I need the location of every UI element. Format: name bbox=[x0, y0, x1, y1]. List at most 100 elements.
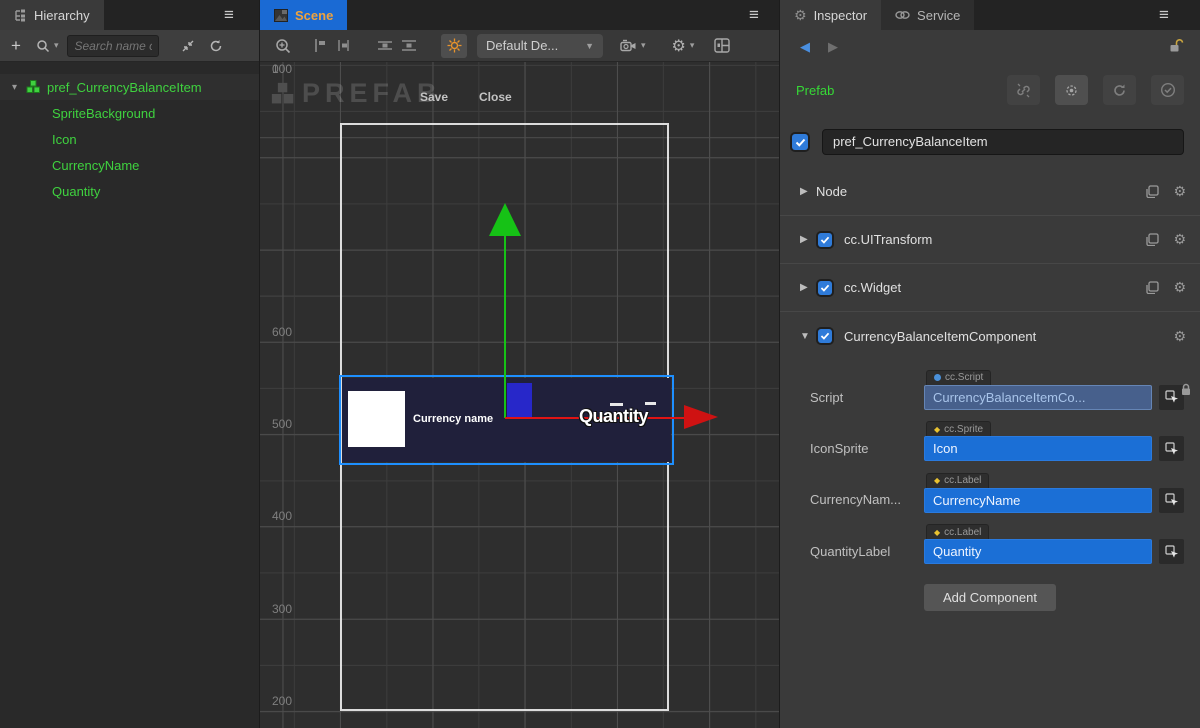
section-currencybalanceitemcomponent[interactable]: ▼ CurrencyBalanceItemComponent ⚙ bbox=[780, 312, 1200, 360]
unlink-prefab-button[interactable] bbox=[1007, 75, 1040, 105]
section-widget[interactable]: ▶ cc.Widget ⚙ bbox=[780, 264, 1200, 312]
prop-label: Script bbox=[810, 369, 924, 410]
add-component-button[interactable]: Add Component bbox=[924, 584, 1056, 611]
zoom-tool-icon[interactable] bbox=[275, 38, 291, 54]
iconsprite-value-field[interactable]: Icon bbox=[924, 436, 1152, 461]
tab-inspector[interactable]: ⚙ Inspector bbox=[780, 0, 881, 30]
locate-prefab-asset-button[interactable] bbox=[1055, 75, 1088, 105]
node-name-input[interactable]: pref_CurrencyBalanceItem bbox=[822, 129, 1184, 155]
section-label: Node bbox=[816, 184, 1131, 199]
prop-label: CurrencyNam... bbox=[810, 471, 924, 513]
chip-label: cc.Script bbox=[945, 372, 983, 383]
type-chip: ◆ cc.Label bbox=[926, 524, 989, 539]
tree-row[interactable]: SpriteBackground bbox=[0, 100, 259, 126]
align-middle-icon[interactable] bbox=[401, 38, 417, 53]
selected-prefab-node[interactable]: Currency name Quantity bbox=[341, 377, 672, 463]
expand-arrow-icon[interactable]: ▾ bbox=[12, 82, 26, 93]
hierarchy-menu-icon[interactable]: ≡ bbox=[224, 0, 234, 30]
section-uitransform[interactable]: ▶ cc.UITransform ⚙ bbox=[780, 216, 1200, 264]
align-left-icon[interactable] bbox=[313, 38, 328, 53]
expanded-arrow-icon[interactable]: ▼ bbox=[800, 331, 816, 342]
prefab-watermark: PREFAB bbox=[270, 78, 442, 109]
hierarchy-icon bbox=[14, 9, 27, 22]
inspector-nav: ◀ ▶ bbox=[780, 30, 1200, 64]
section-node[interactable]: ▶ Node ⚙ bbox=[780, 168, 1200, 216]
node-picker-icon[interactable] bbox=[1159, 436, 1184, 461]
collapse-all-icon[interactable] bbox=[181, 39, 195, 53]
scene-gear-icon[interactable]: ⚙ ▾ bbox=[672, 36, 695, 56]
history-forward-button[interactable]: ▶ bbox=[828, 39, 838, 55]
prop-iconsprite: IconSprite ◆ cc.Sprite Icon bbox=[810, 420, 1184, 462]
section-gear-icon[interactable]: ⚙ bbox=[1173, 328, 1186, 345]
script-value-field: CurrencyBalanceItemCo... bbox=[924, 385, 1152, 410]
gizmo-x-axis-arrowhead[interactable] bbox=[684, 405, 718, 429]
compare-book-icon[interactable] bbox=[1145, 281, 1159, 294]
gizmo-xy-plane-handle[interactable] bbox=[507, 383, 532, 417]
section-gear-icon[interactable]: ⚙ bbox=[1173, 279, 1186, 296]
currencyname-value-field[interactable]: CurrencyName bbox=[924, 488, 1152, 513]
add-node-button[interactable]: + bbox=[11, 36, 21, 56]
gizmo-light-icon[interactable] bbox=[441, 34, 467, 58]
tree-row-root[interactable]: ▾ pref_CurrencyBalanceItem bbox=[0, 74, 259, 100]
render-mode-dropdown[interactable]: Default De... ▼ bbox=[477, 34, 603, 58]
align-center-h-icon[interactable] bbox=[336, 38, 351, 53]
unlock-icon[interactable] bbox=[1168, 38, 1184, 54]
tree-row[interactable]: CurrencyName bbox=[0, 152, 259, 178]
gizmo-y-axis[interactable] bbox=[504, 207, 506, 418]
gizmo-y-axis-arrowhead[interactable] bbox=[489, 203, 521, 236]
tab-hierarchy[interactable]: Hierarchy bbox=[0, 0, 104, 30]
component-enabled-checkbox[interactable] bbox=[816, 279, 834, 297]
tab-service[interactable]: Service bbox=[881, 0, 974, 30]
quantitylabel-value-field[interactable]: Quantity bbox=[924, 539, 1152, 564]
scene-toolbar: Default De... ▼ ▾ ⚙ ▾ bbox=[260, 30, 779, 62]
save-button[interactable]: Save bbox=[420, 90, 448, 104]
inspector-tabbar: ⚙ Inspector Service ≡ bbox=[780, 0, 1200, 30]
inspector-menu-icon[interactable]: ≡ bbox=[1159, 0, 1169, 30]
add-component-row: Add Component bbox=[780, 584, 1200, 611]
component-enabled-checkbox[interactable] bbox=[816, 231, 834, 249]
refresh-icon[interactable] bbox=[209, 39, 223, 53]
prop-script: Script cc.Script CurrencyBalanceItemCo..… bbox=[810, 369, 1184, 410]
collapsed-arrow-icon[interactable]: ▶ bbox=[800, 186, 816, 197]
tree-row[interactable]: Icon bbox=[0, 126, 259, 152]
service-tab-label: Service bbox=[917, 8, 960, 23]
hierarchy-tree: ▾ pref_CurrencyBalanceItem SpriteBackgro… bbox=[0, 62, 259, 728]
type-chip: ◆ cc.Label bbox=[926, 473, 989, 488]
ruler-label: 500 bbox=[272, 417, 292, 431]
scene-tabbar: Scene ≡ bbox=[260, 0, 779, 30]
node-active-checkbox[interactable] bbox=[790, 132, 810, 152]
node-picker-icon[interactable] bbox=[1159, 539, 1184, 564]
collapsed-arrow-icon[interactable]: ▶ bbox=[800, 282, 816, 293]
search-filter-icon[interactable]: ▾ bbox=[36, 39, 59, 53]
search-input[interactable] bbox=[67, 35, 159, 57]
scene-canvas[interactable]: PREFAB Save Close 600 500 400 300 200 10… bbox=[260, 62, 779, 728]
compare-book-icon[interactable] bbox=[1145, 185, 1159, 198]
tab-scene[interactable]: Scene bbox=[260, 0, 347, 30]
tree-root-label: pref_CurrencyBalanceItem bbox=[47, 80, 202, 95]
section-label: CurrencyBalanceItemComponent bbox=[844, 329, 1159, 344]
prop-label: IconSprite bbox=[810, 420, 924, 462]
compare-book-icon[interactable] bbox=[1145, 233, 1159, 246]
close-button[interactable]: Close bbox=[479, 90, 512, 104]
align-top-icon[interactable] bbox=[377, 38, 393, 53]
apply-prefab-button[interactable] bbox=[1151, 75, 1184, 105]
prefab-header-row: Prefab bbox=[780, 74, 1200, 106]
inspector-tab-label: Inspector bbox=[814, 8, 867, 23]
tree-row[interactable]: Quantity bbox=[0, 178, 259, 204]
node-picker-icon[interactable] bbox=[1159, 488, 1184, 513]
label-type-diamond-icon: ◆ bbox=[934, 528, 940, 537]
section-gear-icon[interactable]: ⚙ bbox=[1173, 231, 1186, 248]
scene-icon bbox=[274, 9, 288, 22]
reset-prefab-button[interactable] bbox=[1103, 75, 1136, 105]
layout-grid-icon[interactable] bbox=[714, 38, 730, 53]
component-enabled-checkbox[interactable] bbox=[816, 327, 834, 345]
section-gear-icon[interactable]: ⚙ bbox=[1173, 183, 1186, 200]
type-chip: cc.Script bbox=[926, 370, 991, 385]
section-label: cc.Widget bbox=[844, 280, 1131, 295]
scene-menu-icon[interactable]: ≡ bbox=[749, 0, 759, 30]
camera-settings-icon[interactable]: ▾ bbox=[620, 39, 646, 53]
collapsed-arrow-icon[interactable]: ▶ bbox=[800, 234, 816, 245]
quantity-label: Quantity bbox=[566, 406, 661, 427]
history-back-button[interactable]: ◀ bbox=[800, 39, 810, 55]
prefab-badge: Prefab bbox=[796, 83, 1007, 98]
